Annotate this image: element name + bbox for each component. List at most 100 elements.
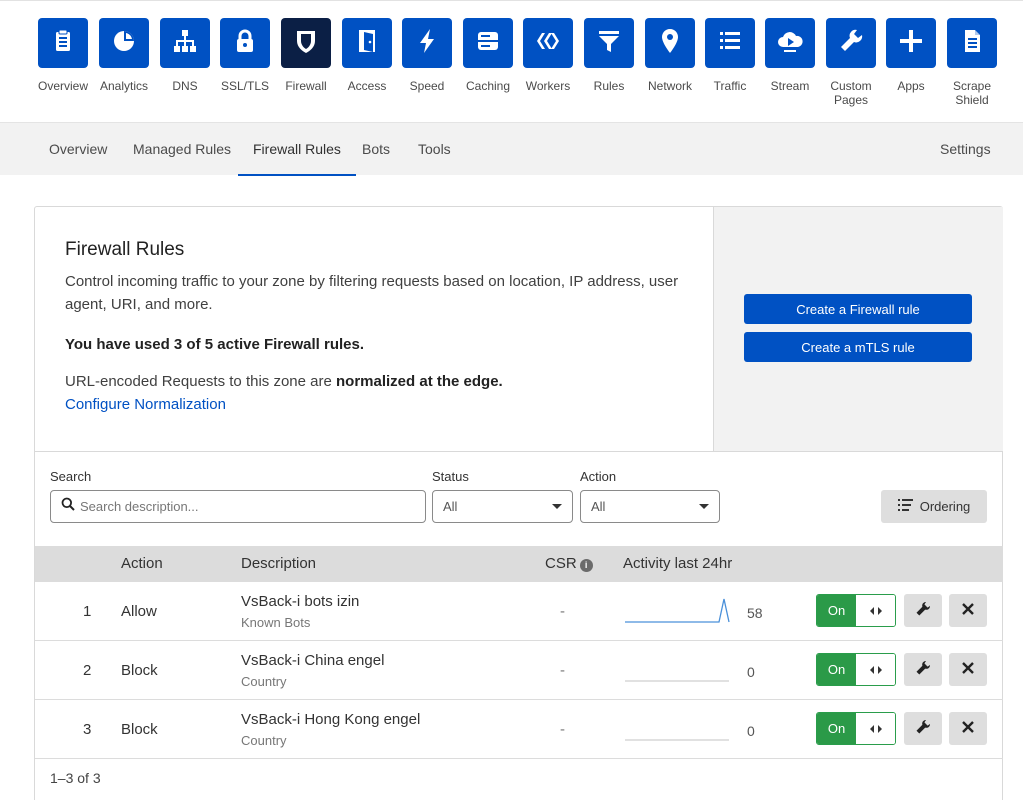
nav-analytics[interactable]: Analytics <box>89 18 159 93</box>
action-select[interactable]: All <box>580 490 720 523</box>
toggle-on-label: On <box>817 595 856 626</box>
close-icon <box>961 720 975 738</box>
nav-stream[interactable]: Stream <box>755 18 825 93</box>
page-title: Firewall Rules <box>65 239 185 260</box>
rule-csr: - <box>560 721 565 738</box>
create-actions-panel: Create a Firewall rule Create a mTLS rul… <box>713 207 1003 451</box>
settings-link[interactable]: Settings <box>940 123 991 176</box>
status-select[interactable]: All <box>432 490 573 523</box>
rule-enabled-toggle[interactable]: On <box>816 594 896 627</box>
rule-priority: 2 <box>83 662 92 679</box>
normalization-status: normalized at the edge. <box>336 373 503 390</box>
normalization-text: URL-encoded Requests to this zone are <box>65 373 336 390</box>
delete-rule-button[interactable] <box>949 594 987 627</box>
intro-description: Control incoming traffic to your zone by… <box>65 273 679 313</box>
search-input[interactable] <box>80 499 400 514</box>
nav-rules[interactable]: Rules <box>574 18 644 93</box>
nav-label: Stream <box>770 79 810 93</box>
ordering-label: Ordering <box>919 499 971 514</box>
rule-subtitle: Country <box>241 674 287 689</box>
action-select-value: All <box>591 499 606 514</box>
create-firewall-rule-button[interactable]: Create a Firewall rule <box>744 294 972 324</box>
tab-managed-rules[interactable]: Managed Rules <box>133 123 231 176</box>
tab-firewall-rules[interactable]: Firewall Rules <box>238 123 356 176</box>
info-icon[interactable]: i <box>579 559 593 572</box>
rule-description[interactable]: VsBack-i China engel <box>241 652 384 669</box>
pagination-summary: 1–3 of 3 <box>50 770 101 786</box>
ordering-button[interactable]: Ordering <box>881 490 987 523</box>
shield-icon <box>291 26 321 61</box>
intro-section: Firewall Rules Control incoming traffic … <box>35 207 713 451</box>
close-icon <box>961 602 975 620</box>
dns-icon <box>170 26 200 61</box>
firewall-subnav: Overview Managed Rules Firewall Rules Bo… <box>0 122 1023 176</box>
csr-label: CSR <box>545 555 577 572</box>
toggle-handle-icon <box>869 661 882 678</box>
nav-label: Apps <box>897 79 925 93</box>
lightning-icon <box>412 26 442 61</box>
lock-icon <box>230 26 260 61</box>
rule-action: Block <box>121 721 158 738</box>
edit-rule-button[interactable] <box>904 712 942 745</box>
delete-rule-button[interactable] <box>949 712 987 745</box>
server-icon <box>473 26 503 61</box>
table-row: 2 Block VsBack-i China engel Country - 0… <box>35 641 1003 700</box>
nav-label: Firewall <box>285 79 327 93</box>
search-box[interactable] <box>50 490 426 523</box>
table-row: 1 Allow VsBack-i bots izin Known Bots - … <box>35 582 1003 641</box>
ordering-icon <box>897 499 920 514</box>
workers-icon <box>533 26 563 61</box>
activity-count: 0 <box>747 723 755 739</box>
nav-apps[interactable]: Apps <box>876 18 946 93</box>
nav-workers[interactable]: Workers <box>513 18 583 93</box>
nav-label: Rules <box>593 79 625 93</box>
analytics-icon <box>109 26 139 61</box>
nav-label: Workers <box>525 79 571 93</box>
delete-rule-button[interactable] <box>949 653 987 686</box>
rule-csr: - <box>560 603 565 620</box>
nav-label: Overview <box>37 79 88 93</box>
rule-description-cell: VsBack-i Hong Kong engel Country <box>241 711 420 748</box>
tab-overview[interactable]: Overview <box>49 123 107 176</box>
rule-description[interactable]: VsBack-i Hong Kong engel <box>241 711 420 728</box>
nav-firewall[interactable]: Firewall <box>271 18 341 93</box>
wrench-icon <box>916 601 931 620</box>
cloud-play-icon <box>775 26 805 61</box>
rule-priority: 3 <box>83 721 92 738</box>
chevron-down-icon <box>552 504 562 509</box>
nav-ssl-tls[interactable]: SSL/TLS <box>210 18 280 93</box>
status-select-value: All <box>443 499 458 514</box>
rule-enabled-toggle[interactable]: On <box>816 653 896 686</box>
edit-rule-button[interactable] <box>904 653 942 686</box>
column-header-action: Action <box>121 555 163 572</box>
rule-description-cell: VsBack-i China engel Country <box>241 652 384 689</box>
edit-rule-button[interactable] <box>904 594 942 627</box>
nav-label: Speed <box>409 79 445 93</box>
tab-bots[interactable]: Bots <box>362 123 390 176</box>
configure-normalization-link[interactable]: Configure Normalization <box>65 393 713 416</box>
nav-scrape-shield[interactable]: Scrape Shield <box>937 18 1007 107</box>
chevron-down-icon <box>699 504 709 509</box>
activity-count: 58 <box>747 605 763 621</box>
column-header-csr: CSR i <box>545 546 593 582</box>
tab-tools[interactable]: Tools <box>418 123 451 176</box>
nav-speed[interactable]: Speed <box>392 18 462 93</box>
nav-overview[interactable]: Overview <box>28 18 98 93</box>
toggle-on-label: On <box>817 654 856 685</box>
rule-priority: 1 <box>83 603 92 620</box>
search-icon <box>61 497 80 516</box>
overview-icon <box>48 26 78 61</box>
firewall-rules-card: Firewall Rules Control incoming traffic … <box>34 206 1003 800</box>
create-mtls-rule-button[interactable]: Create a mTLS rule <box>744 332 972 362</box>
rule-subtitle: Known Bots <box>241 615 311 630</box>
column-header-description: Description <box>241 555 317 572</box>
rule-description[interactable]: VsBack-i bots izin <box>241 593 359 610</box>
toggle-handle-icon <box>869 720 882 737</box>
activity-count: 0 <box>747 664 755 680</box>
activity-sparkline <box>625 739 729 741</box>
rule-enabled-toggle[interactable]: On <box>816 712 896 745</box>
wrench-icon <box>916 719 931 738</box>
divider <box>35 451 1003 452</box>
wrench-icon <box>916 660 931 679</box>
rule-subtitle: Country <box>241 733 287 748</box>
